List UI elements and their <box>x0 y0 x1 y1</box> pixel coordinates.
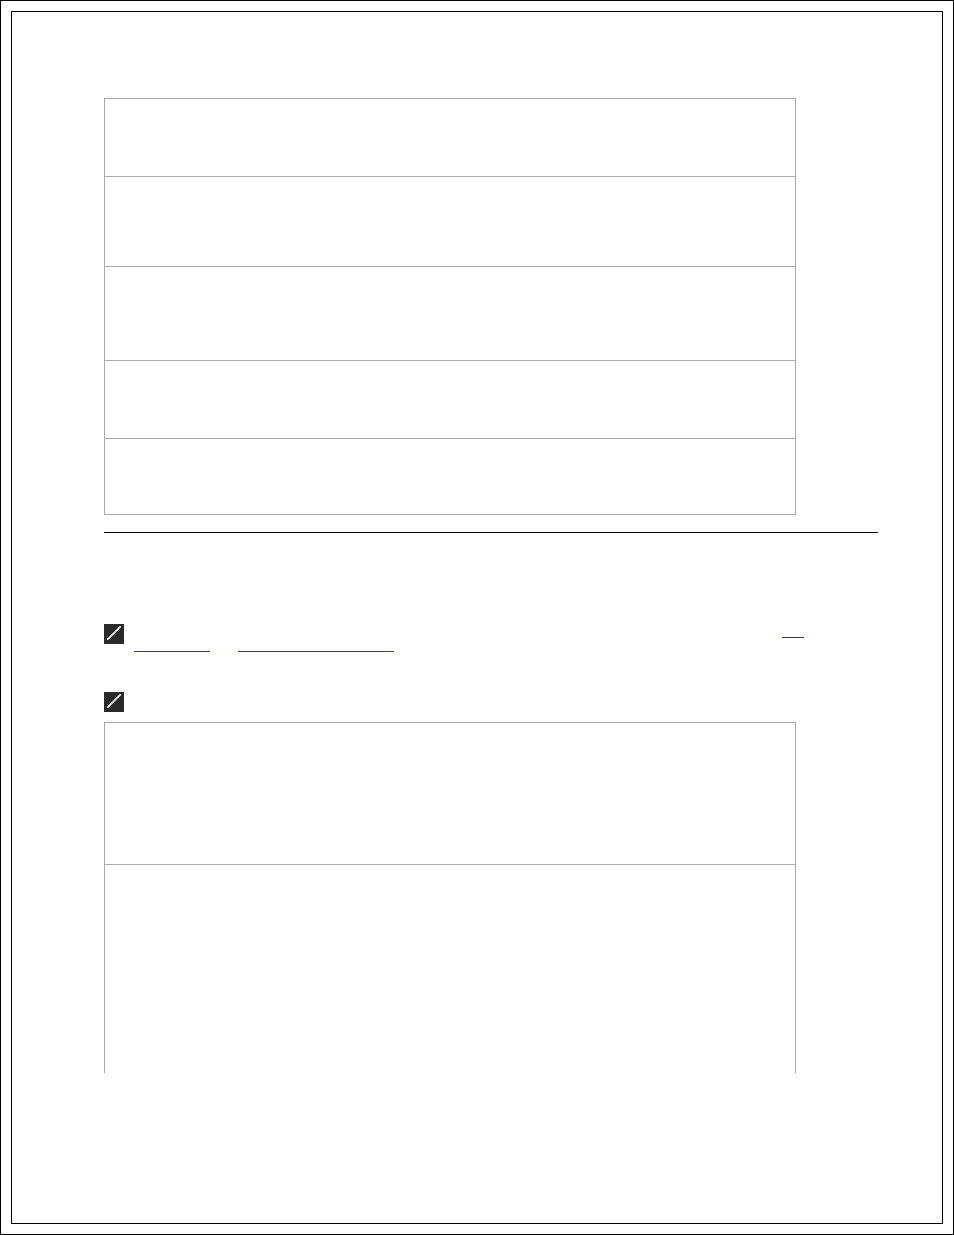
table-row <box>105 723 796 865</box>
table-row <box>105 361 796 439</box>
pencil-icon <box>104 624 124 644</box>
note-1-body <box>134 624 794 652</box>
note-1 <box>104 624 796 652</box>
table-row <box>105 439 796 515</box>
table-row <box>105 99 796 177</box>
pencil-icon <box>104 692 124 712</box>
link-segment[interactable] <box>134 638 210 652</box>
table-2 <box>104 722 796 1073</box>
horizontal-rule <box>104 532 878 533</box>
link-segment[interactable] <box>238 638 394 652</box>
table-1 <box>104 98 796 515</box>
table-1-wrapper <box>104 98 796 515</box>
table-row <box>105 177 796 267</box>
table-row <box>105 865 796 1073</box>
table-row <box>105 267 796 361</box>
note-2 <box>104 692 796 712</box>
link-trailing[interactable] <box>782 624 804 638</box>
